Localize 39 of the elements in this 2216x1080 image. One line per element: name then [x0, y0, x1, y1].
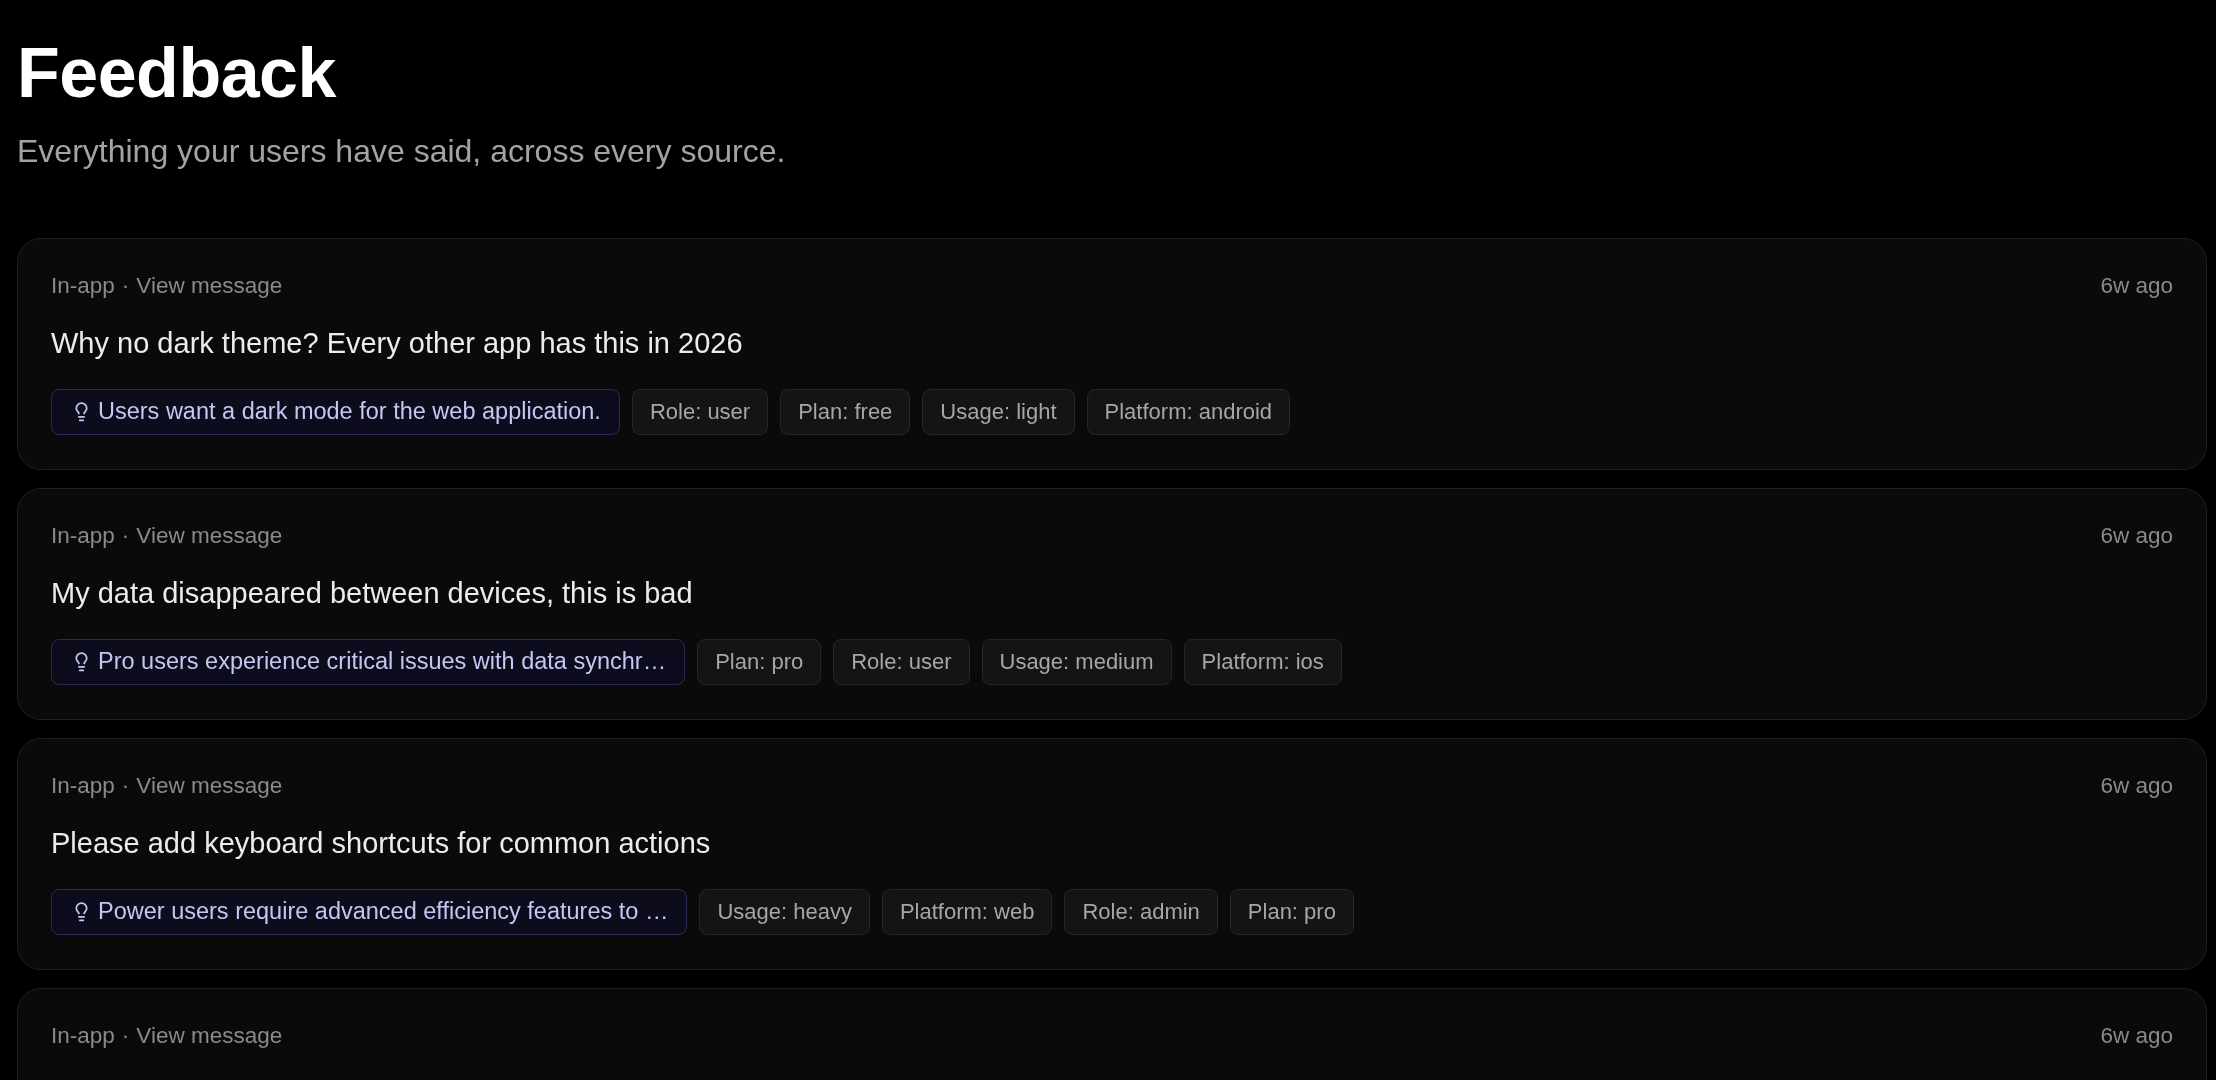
attribute-tag: Role: user: [631, 389, 769, 435]
view-message-link[interactable]: View message: [136, 271, 283, 301]
attribute-tag: Role: admin: [1064, 889, 1218, 935]
insight-tag[interactable]: Users want a dark mode for the web application.: [51, 389, 620, 435]
source-label: In-app: [51, 1022, 115, 1050]
insight-tag[interactable]: Pro users experience critical issues with data synchr…: [51, 639, 686, 685]
timestamp: 6w ago: [2100, 772, 2173, 800]
view-message-link[interactable]: View message: [136, 1021, 283, 1051]
timestamp: 6w ago: [2100, 522, 2173, 550]
feedback-message: Why no dark theme? Every other app has this in 2026: [51, 326, 743, 361]
meta-separator: ·: [121, 1022, 130, 1050]
view-message-link[interactable]: View message: [136, 521, 283, 551]
meta-separator: ·: [121, 522, 130, 550]
timestamp: 6w ago: [2100, 1022, 2173, 1050]
attribute-tag: Usage: light: [922, 389, 1075, 435]
attribute-tag: Platform: web: [881, 889, 1053, 935]
source-label: In-app: [51, 522, 115, 550]
attribute-tag: Plan: pro: [1229, 889, 1354, 935]
lightbulb-icon: [75, 652, 88, 672]
lightbulb-icon: [75, 402, 88, 422]
insight-tag[interactable]: Power users require advanced efficiency features to …: [51, 889, 688, 935]
attribute-tag: Platform: ios: [1183, 639, 1342, 685]
page-title: Feedback: [17, 33, 336, 113]
meta-separator: ·: [121, 772, 130, 800]
attribute-tag: Role: user: [833, 639, 970, 685]
source-label: In-app: [51, 772, 115, 800]
feedback-message: Please add keyboard shortcuts for common actions: [51, 826, 711, 861]
feedback-message: My data disappeared between devices, this is bad: [51, 576, 693, 611]
attribute-tag: Usage: heavy: [699, 889, 870, 935]
attribute-tag: Plan: free: [780, 389, 911, 435]
view-message-link[interactable]: View message: [136, 771, 283, 801]
attribute-tag: Plan: pro: [697, 639, 822, 685]
lightbulb-icon: [75, 902, 88, 922]
source-label: In-app: [51, 272, 115, 300]
page-subtitle: Everything your users have said, across every source.: [17, 132, 786, 170]
attribute-tag: Platform: android: [1086, 389, 1291, 435]
meta-separator: ·: [121, 272, 130, 300]
timestamp: 6w ago: [2100, 272, 2173, 300]
attribute-tag: Usage: medium: [981, 639, 1172, 685]
